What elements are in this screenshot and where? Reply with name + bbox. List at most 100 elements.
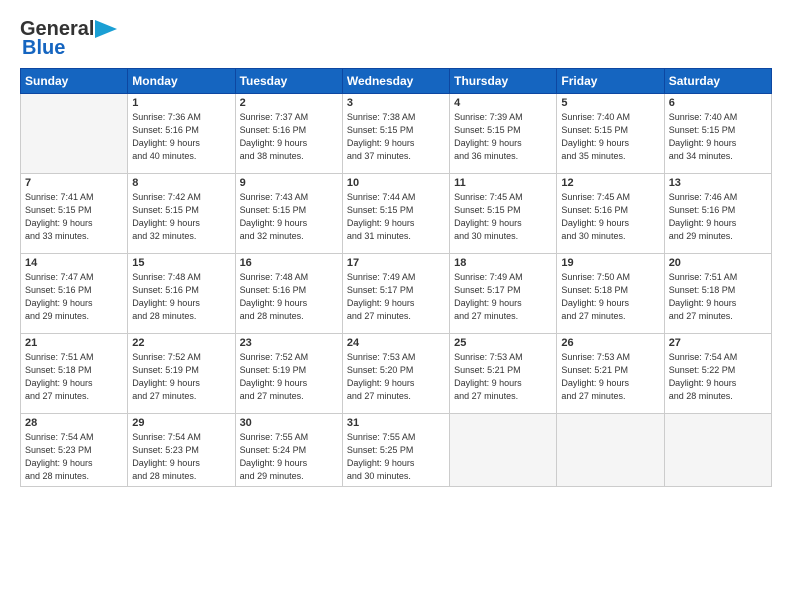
calendar-cell: 3Sunrise: 7:38 AMSunset: 5:15 PMDaylight…: [342, 94, 449, 174]
day-info: Sunrise: 7:37 AMSunset: 5:16 PMDaylight:…: [240, 111, 338, 163]
day-number: 31: [347, 417, 445, 429]
calendar-cell: 14 Sunrise: 7:47 AMSunset: 5:16 PMDayligh…: [21, 254, 128, 334]
calendar-cell: 6Sunrise: 7:40 AMSunset: 5:15 PMDaylight…: [664, 94, 771, 174]
day-number: 18: [454, 257, 552, 269]
day-number: 27: [669, 337, 767, 349]
day-number: 7: [25, 177, 123, 189]
day-info: Sunrise: 7:49 AMSunset: 5:17 PMDaylight:…: [454, 271, 552, 323]
day-number: 10: [347, 177, 445, 189]
calendar-cell: 9 Sunrise: 7:43 AMSunset: 5:15 PMDaylight…: [235, 174, 342, 254]
day-number: 30: [240, 417, 338, 429]
weekday-header-saturday: Saturday: [664, 69, 771, 94]
calendar-cell: 10 Sunrise: 7:44 AMSunset: 5:15 PMDayligh…: [342, 174, 449, 254]
day-number: 2: [240, 97, 338, 109]
weekday-header-monday: Monday: [128, 69, 235, 94]
day-number: 17: [347, 257, 445, 269]
day-number: 13: [669, 177, 767, 189]
calendar-cell: 26 Sunrise: 7:53 AMSunset: 5:21 PMDayligh…: [557, 334, 664, 414]
week-row-3: 14 Sunrise: 7:47 AMSunset: 5:16 PMDayligh…: [21, 254, 772, 334]
day-number: 6: [669, 97, 767, 109]
day-info: Sunrise: 7:50 AMSunset: 5:18 PMDaylight:…: [561, 271, 659, 323]
calendar-cell: 8 Sunrise: 7:42 AMSunset: 5:15 PMDaylight…: [128, 174, 235, 254]
day-number: 12: [561, 177, 659, 189]
calendar-cell: 15Sunrise: 7:48 AMSunset: 5:16 PMDayligh…: [128, 254, 235, 334]
calendar-cell: 2 Sunrise: 7:37 AMSunset: 5:16 PMDaylight…: [235, 94, 342, 174]
calendar-cell: 20 Sunrise: 7:51 AMSunset: 5:18 PMDayligh…: [664, 254, 771, 334]
day-number: 8: [132, 177, 230, 189]
weekday-header-tuesday: Tuesday: [235, 69, 342, 94]
calendar-page: General Blue SundayMondayTuesdayWednesda…: [0, 0, 792, 612]
day-info: Sunrise: 7:47 AMSunset: 5:16 PMDaylight:…: [25, 271, 123, 323]
day-info: Sunrise: 7:45 AMSunset: 5:16 PMDaylight:…: [561, 191, 659, 243]
week-row-4: 21 Sunrise: 7:51 AMSunset: 5:18 PMDayligh…: [21, 334, 772, 414]
day-info: Sunrise: 7:52 AMSunset: 5:19 PMDaylight:…: [132, 351, 230, 403]
day-info: Sunrise: 7:44 AMSunset: 5:15 PMDaylight:…: [347, 191, 445, 243]
day-info: Sunrise: 7:53 AMSunset: 5:20 PMDaylight:…: [347, 351, 445, 403]
page-header: General Blue: [20, 18, 772, 60]
day-info: Sunrise: 7:55 AMSunset: 5:24 PMDaylight:…: [240, 431, 338, 483]
day-info: Sunrise: 7:43 AMSunset: 5:15 PMDaylight:…: [240, 191, 338, 243]
calendar-cell: 22 Sunrise: 7:52 AMSunset: 5:19 PMDayligh…: [128, 334, 235, 414]
day-number: 14: [25, 257, 123, 269]
day-number: 21: [25, 337, 123, 349]
day-number: 23: [240, 337, 338, 349]
day-info: Sunrise: 7:46 AMSunset: 5:16 PMDaylight:…: [669, 191, 767, 243]
week-row-1: 1 Sunrise: 7:36 AMSunset: 5:16 PMDaylight…: [21, 94, 772, 174]
calendar-table: SundayMondayTuesdayWednesdayThursdayFrid…: [20, 68, 772, 487]
day-info: Sunrise: 7:42 AMSunset: 5:15 PMDaylight:…: [132, 191, 230, 243]
day-info: Sunrise: 7:54 AMSunset: 5:23 PMDaylight:…: [25, 431, 123, 483]
day-number: 25: [454, 337, 552, 349]
day-number: 16: [240, 257, 338, 269]
day-info: Sunrise: 7:51 AMSunset: 5:18 PMDaylight:…: [25, 351, 123, 403]
calendar-cell: 28 Sunrise: 7:54 AMSunset: 5:23 PMDayligh…: [21, 414, 128, 487]
calendar-cell: 11 Sunrise: 7:45 AMSunset: 5:15 PMDayligh…: [450, 174, 557, 254]
day-info: Sunrise: 7:48 AMSunset: 5:16 PMDaylight:…: [132, 271, 230, 323]
calendar-cell: 21 Sunrise: 7:51 AMSunset: 5:18 PMDayligh…: [21, 334, 128, 414]
day-info: Sunrise: 7:52 AMSunset: 5:19 PMDaylight:…: [240, 351, 338, 403]
day-number: 11: [454, 177, 552, 189]
day-info: Sunrise: 7:53 AMSunset: 5:21 PMDaylight:…: [561, 351, 659, 403]
day-number: 1: [132, 97, 230, 109]
weekday-header-thursday: Thursday: [450, 69, 557, 94]
day-number: 9: [240, 177, 338, 189]
weekday-header-friday: Friday: [557, 69, 664, 94]
calendar-cell: 4 Sunrise: 7:39 AMSunset: 5:15 PMDaylight…: [450, 94, 557, 174]
weekday-header-wednesday: Wednesday: [342, 69, 449, 94]
day-number: 19: [561, 257, 659, 269]
calendar-cell: 18 Sunrise: 7:49 AMSunset: 5:17 PMDayligh…: [450, 254, 557, 334]
day-info: Sunrise: 7:55 AMSunset: 5:25 PMDaylight:…: [347, 431, 445, 483]
weekday-header-sunday: Sunday: [21, 69, 128, 94]
day-number: 29: [132, 417, 230, 429]
day-info: Sunrise: 7:48 AMSunset: 5:16 PMDaylight:…: [240, 271, 338, 323]
calendar-cell: 27 Sunrise: 7:54 AMSunset: 5:22 PMDayligh…: [664, 334, 771, 414]
logo-blue: Blue: [22, 37, 65, 60]
day-info: Sunrise: 7:54 AMSunset: 5:23 PMDaylight:…: [132, 431, 230, 483]
calendar-cell: [557, 414, 664, 487]
calendar-cell: 25Sunrise: 7:53 AMSunset: 5:21 PMDayligh…: [450, 334, 557, 414]
calendar-cell: 1 Sunrise: 7:36 AMSunset: 5:16 PMDaylight…: [128, 94, 235, 174]
day-info: Sunrise: 7:54 AMSunset: 5:22 PMDaylight:…: [669, 351, 767, 403]
day-info: Sunrise: 7:36 AMSunset: 5:16 PMDaylight:…: [132, 111, 230, 163]
day-number: 3: [347, 97, 445, 109]
calendar-cell: 5 Sunrise: 7:40 AMSunset: 5:15 PMDaylight…: [557, 94, 664, 174]
calendar-cell: [664, 414, 771, 487]
week-row-2: 7Sunrise: 7:41 AMSunset: 5:15 PMDaylight…: [21, 174, 772, 254]
day-number: 28: [25, 417, 123, 429]
day-info: Sunrise: 7:40 AMSunset: 5:15 PMDaylight:…: [561, 111, 659, 163]
calendar-cell: 24 Sunrise: 7:53 AMSunset: 5:20 PMDayligh…: [342, 334, 449, 414]
day-info: Sunrise: 7:45 AMSunset: 5:15 PMDaylight:…: [454, 191, 552, 243]
day-number: 24: [347, 337, 445, 349]
logo: General Blue: [20, 18, 117, 60]
day-info: Sunrise: 7:51 AMSunset: 5:18 PMDaylight:…: [669, 271, 767, 323]
calendar-cell: 12 Sunrise: 7:45 AMSunset: 5:16 PMDayligh…: [557, 174, 664, 254]
day-info: Sunrise: 7:49 AMSunset: 5:17 PMDaylight:…: [347, 271, 445, 323]
day-number: 4: [454, 97, 552, 109]
calendar-cell: 13 Sunrise: 7:46 AMSunset: 5:16 PMDayligh…: [664, 174, 771, 254]
day-number: 22: [132, 337, 230, 349]
calendar-cell: 29 Sunrise: 7:54 AMSunset: 5:23 PMDayligh…: [128, 414, 235, 487]
day-number: 20: [669, 257, 767, 269]
calendar-cell: [450, 414, 557, 487]
day-info: Sunrise: 7:39 AMSunset: 5:15 PMDaylight:…: [454, 111, 552, 163]
day-number: 5: [561, 97, 659, 109]
day-number: 26: [561, 337, 659, 349]
